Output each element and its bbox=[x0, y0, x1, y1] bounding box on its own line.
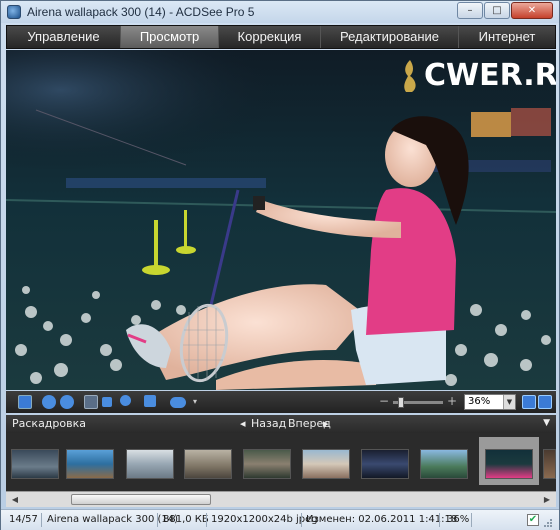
zoom-select[interactable]: 36% ▼ bbox=[464, 394, 516, 410]
thumbnail[interactable] bbox=[302, 449, 350, 479]
scroll-left-icon[interactable]: ◀ bbox=[8, 493, 22, 506]
app-window: Airena wallapack 300 (14) - ACDSee Pro 5… bbox=[0, 0, 560, 530]
title-bar[interactable]: Airena wallapack 300 (14) - ACDSee Pro 5… bbox=[1, 1, 559, 23]
filmstrip-menu-icon[interactable]: ▼ bbox=[543, 418, 550, 428]
thumbnail[interactable] bbox=[243, 449, 291, 479]
maximize-button[interactable]: □ bbox=[484, 2, 510, 19]
watermark-text: CWER.RU bbox=[424, 58, 556, 93]
filmstrip-scrollbar[interactable]: ◀ ▶ bbox=[6, 491, 556, 507]
zoom-dropdown-icon[interactable]: ▼ bbox=[503, 395, 515, 409]
tab-view[interactable]: Просмотр bbox=[121, 26, 219, 48]
filmstrip-header: Раскадровка ◂ Назад Вперед ▸ ▼ bbox=[6, 415, 556, 433]
status-zoom: 36% bbox=[447, 514, 470, 525]
figure-icon bbox=[404, 60, 416, 92]
close-button[interactable]: ✕ bbox=[511, 2, 553, 19]
eye-dropdown-icon[interactable]: ▾ bbox=[193, 397, 197, 406]
minimize-button[interactable]: – bbox=[457, 2, 483, 19]
back-button[interactable]: Назад bbox=[251, 417, 286, 430]
rotate-left-icon[interactable] bbox=[42, 395, 56, 409]
status-bar: 14/57 Airena wallapack 300 (14) 881,0 КБ… bbox=[1, 509, 559, 530]
status-filesize: 881,0 КБ bbox=[163, 514, 209, 525]
save-icon[interactable] bbox=[18, 395, 32, 409]
tab-manage[interactable]: Управление bbox=[7, 26, 121, 48]
filmstrip-label: Раскадровка bbox=[12, 417, 86, 430]
thumbnail[interactable] bbox=[420, 449, 468, 479]
tab-edit[interactable]: Редактирование bbox=[321, 26, 459, 48]
thumbnail-selected[interactable] bbox=[485, 449, 533, 479]
eye-icon[interactable] bbox=[170, 397, 186, 408]
window-controls: – □ ✕ bbox=[456, 2, 553, 19]
resize-grip-icon[interactable] bbox=[543, 518, 553, 528]
zoom-slider-thumb[interactable] bbox=[398, 397, 404, 408]
actual-size-icon[interactable] bbox=[522, 395, 536, 409]
thumbnail[interactable] bbox=[126, 449, 174, 479]
mode-tabs: Управление Просмотр Коррекция Редактиров… bbox=[6, 25, 556, 49]
zoom-tool-icon[interactable] bbox=[120, 395, 131, 406]
tab-online[interactable]: Интернет bbox=[459, 26, 555, 48]
hand-tool-icon[interactable] bbox=[84, 395, 98, 409]
forward-arrow-icon[interactable]: ▸ bbox=[323, 417, 329, 430]
zoom-slider[interactable] bbox=[393, 397, 443, 408]
badminton-photo bbox=[6, 50, 556, 390]
filmstrip bbox=[6, 433, 556, 491]
thumbnail[interactable] bbox=[66, 449, 114, 479]
zoom-in-button[interactable]: + bbox=[447, 395, 457, 407]
zoom-value: 36% bbox=[468, 396, 491, 407]
scroll-right-icon[interactable]: ▶ bbox=[540, 493, 554, 506]
thumbnail[interactable] bbox=[543, 449, 556, 479]
zoom-out-button[interactable]: − bbox=[379, 395, 389, 407]
status-filename: Airena wallapack 300 (14) bbox=[47, 514, 179, 525]
viewer-toolbar: ▾ − + 36% ▼ bbox=[6, 391, 556, 413]
thumbnail[interactable] bbox=[361, 449, 409, 479]
image-viewer[interactable]: CWER.RU bbox=[6, 50, 556, 390]
tab-develop[interactable]: Коррекция bbox=[219, 26, 321, 48]
checkbox-icon[interactable]: ✔ bbox=[527, 514, 539, 526]
cwer-logo: CWER.RU bbox=[396, 58, 556, 96]
back-arrow-icon[interactable]: ◂ bbox=[240, 417, 246, 430]
status-position: 14/57 bbox=[9, 514, 38, 525]
window-title: Airena wallapack 300 (14) - ACDSee Pro 5 bbox=[27, 5, 255, 19]
fullscreen-icon[interactable] bbox=[538, 395, 552, 409]
status-modified: Изменен: 02.06.2011 1:41:18 bbox=[306, 514, 458, 525]
rotate-right-icon[interactable] bbox=[60, 395, 74, 409]
thumbnail[interactable] bbox=[11, 449, 59, 479]
fit-icon[interactable] bbox=[144, 395, 156, 407]
select-tool-icon[interactable] bbox=[102, 397, 112, 407]
scrollbar-thumb[interactable] bbox=[71, 494, 211, 505]
acdsee-app-icon[interactable] bbox=[7, 5, 21, 19]
thumbnail[interactable] bbox=[184, 449, 232, 479]
